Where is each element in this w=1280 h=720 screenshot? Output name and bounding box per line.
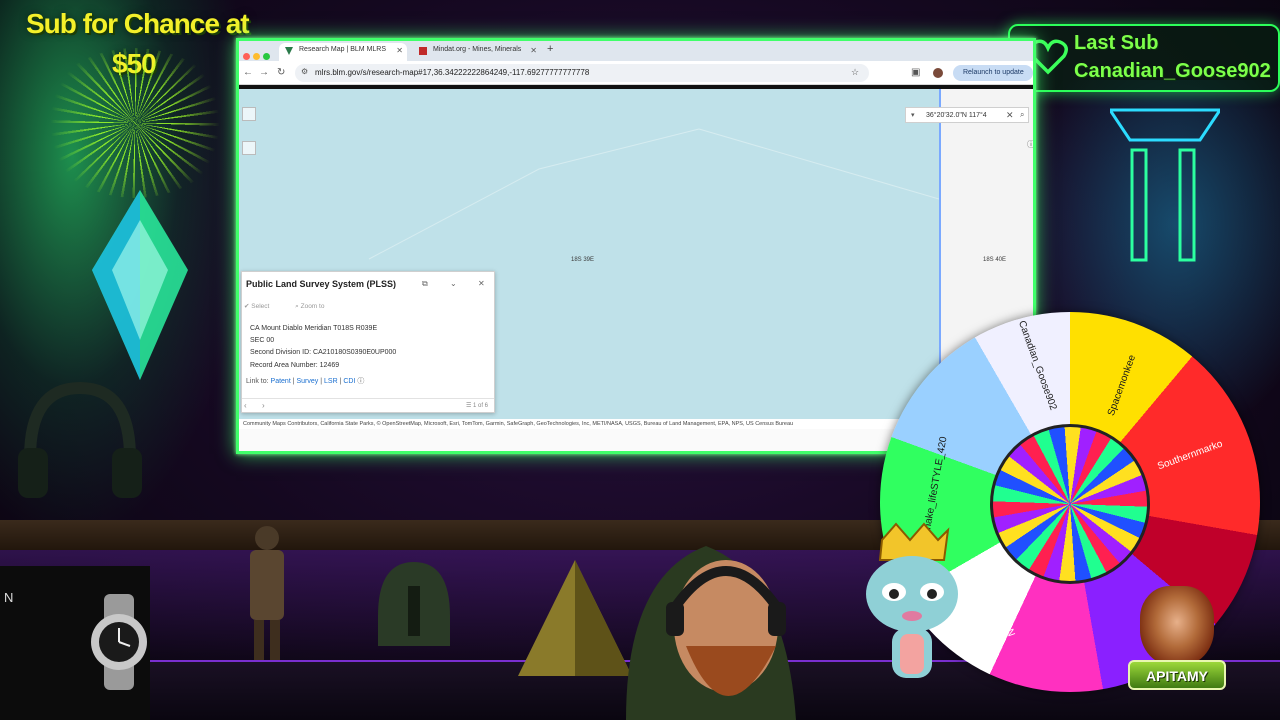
sub-goal-line1: Sub for Chance at — [26, 8, 250, 39]
figurine-icon — [250, 526, 284, 660]
profile-avatar[interactable] — [933, 68, 943, 78]
tab-research-map[interactable]: Research Map | BLM MLRS ✕ — [279, 43, 407, 61]
plss-popup: Public Land Survey System (PLSS) ⧉ ⌄ ✕ ✔… — [241, 271, 495, 413]
tab-label: Research Map | BLM MLRS — [299, 46, 387, 53]
close-popup-icon[interactable]: ✕ — [478, 279, 485, 288]
new-tab-button[interactable]: + — [547, 43, 553, 55]
info-icon[interactable]: ⓘ — [357, 378, 364, 385]
neon-lamp-icon — [1110, 108, 1220, 262]
plss-actions: ✔ Select ⌕ Zoom to — [244, 302, 348, 311]
close-tab-icon[interactable]: ✕ — [530, 46, 537, 55]
chevron-down-icon[interactable]: ⌄ — [450, 279, 457, 288]
coordinate-search-value: 36°20'32.0"N 117°4 — [926, 112, 987, 119]
apitamy-logo-face — [1140, 586, 1214, 666]
mindat-favicon-icon — [419, 47, 427, 55]
cdi-link[interactable]: CDI — [343, 378, 355, 385]
tab-mindat[interactable]: Mindat.org - Mines, Minerals ✕ — [413, 43, 541, 61]
plss-details: CA Mount Diablo Meridian T018S R039E SEC… — [250, 323, 396, 372]
link-prefix: Link to: — [246, 378, 269, 385]
township-label: 18S 39E — [571, 257, 595, 263]
relaunch-button[interactable]: Relaunch to update — [953, 65, 1033, 81]
url-text: mlrs.blm.gov/s/research-map#17,36.342222… — [315, 68, 590, 77]
site-info-icon[interactable]: ⚙ — [301, 67, 308, 76]
plss-links: Link to: Patent | Survey | LSR | CDI ⓘ — [246, 378, 365, 385]
coordinate-search-input[interactable]: ▾ 36°20'32.0"N 117°4 ✕ ⌕ — [905, 107, 1029, 123]
select-button[interactable]: ✔ Select — [244, 303, 281, 310]
last-sub-title: Last Sub — [1074, 32, 1159, 54]
zoom-to-label: Zoom to — [300, 303, 325, 310]
sub-wheel-center — [990, 424, 1150, 584]
browser-toolbar: ← → ↻ ⚙ mlrs.blm.gov/s/research-map#17,3… — [239, 61, 1033, 85]
extensions-icon[interactable]: ▣ — [911, 67, 920, 78]
blm-favicon-icon — [285, 47, 293, 55]
plss-footer: ‹ › ☰ 1 of 6 — [242, 398, 494, 412]
mascot-icon — [866, 522, 958, 678]
plss-line: CA Mount Diablo Meridian T018S R039E — [250, 325, 378, 332]
tab-label: Mindat.org - Mines, Minerals — [433, 46, 522, 53]
apitamy-logo: APITAMY — [1128, 660, 1226, 690]
crystal-icon — [92, 190, 188, 380]
plss-line: SEC 00 — [250, 337, 275, 345]
streamer-webcam — [626, 546, 796, 720]
forward-icon[interactable]: → — [259, 67, 269, 78]
helmet-icon — [378, 562, 450, 646]
address-bar[interactable]: ⚙ mlrs.blm.gov/s/research-map#17,36.3422… — [295, 64, 869, 82]
watch-icon — [91, 594, 147, 690]
feature-count: ☰ 1 of 6 — [465, 403, 488, 409]
patent-link[interactable]: Patent — [271, 378, 291, 385]
bookmark-star-icon[interactable]: ☆ — [851, 67, 859, 78]
previous-feature-icon[interactable]: ‹ — [244, 401, 247, 410]
plss-line: Record Area Number: 12469 — [250, 361, 340, 369]
chevron-down-icon[interactable]: ▾ — [911, 111, 915, 119]
tab-bar: Research Map | BLM MLRS ✕ Mindat.org - M… — [239, 41, 1033, 61]
reload-icon[interactable]: ↻ — [277, 67, 285, 78]
township-label: 18S 40E — [983, 257, 1007, 263]
plss-line: Second Division ID: CA210180S0390E0UP000 — [250, 349, 397, 357]
close-tab-icon[interactable]: ✕ — [396, 46, 403, 55]
clear-search-icon[interactable]: ✕ — [1006, 110, 1014, 121]
last-sub-panel: Last Sub Canadian_Goose902 — [1008, 24, 1280, 92]
survey-link[interactable]: Survey — [297, 378, 319, 385]
select-label: Select — [251, 303, 270, 310]
headphones-icon — [18, 381, 142, 498]
back-icon[interactable]: ← — [243, 67, 253, 78]
left-camera-label: N — [4, 590, 14, 605]
next-feature-icon[interactable]: › — [262, 401, 265, 410]
info-icon[interactable]: ⓘ — [1027, 139, 1033, 150]
dock-icon[interactable]: ⧉ — [422, 279, 428, 289]
feature-count-text: 1 of 6 — [472, 403, 488, 409]
firework-graphic — [40, 48, 230, 198]
lsr-link[interactable]: LSR — [324, 378, 338, 385]
zoom-to-button[interactable]: ⌕ Zoom to — [295, 303, 336, 310]
last-sub-name: Canadian_Goose902 — [1074, 60, 1271, 82]
plss-title: Public Land Survey System (PLSS) — [246, 279, 397, 289]
search-icon[interactable]: ⌕ — [1020, 110, 1024, 120]
